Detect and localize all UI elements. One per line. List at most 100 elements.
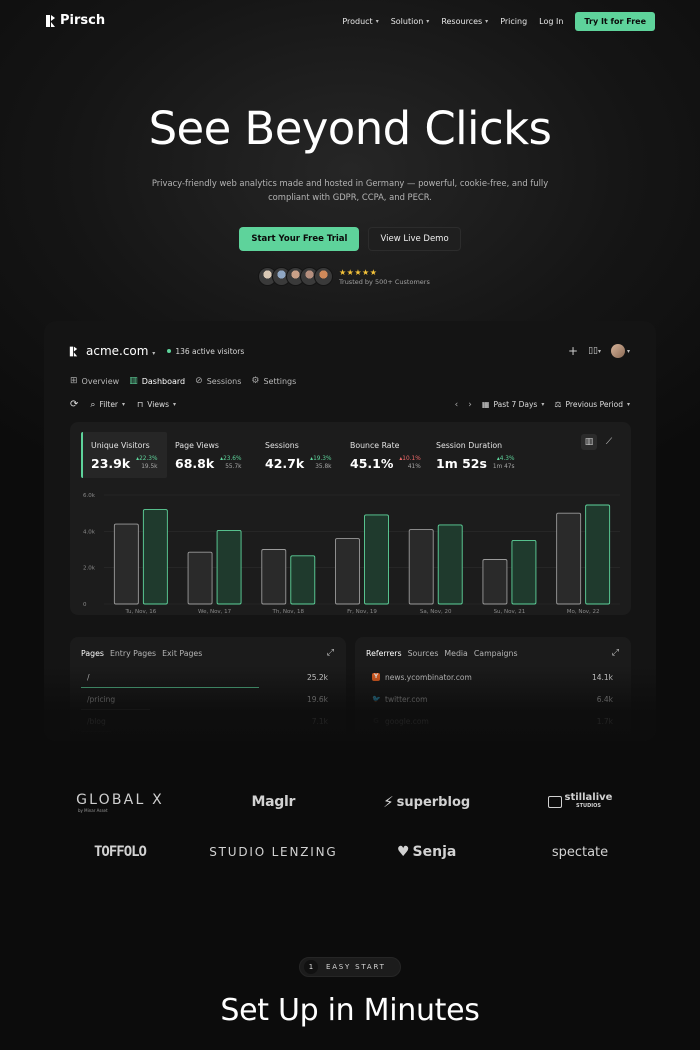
metric-tab[interactable]: Session Duration 1m 52s ▴4.3% 1m 47s [428,432,528,478]
section-title: Set Up in Minutes [220,993,480,1028]
panel-tab-entry-pages[interactable]: Entry Pages [110,649,156,658]
metric-tab[interactable]: Bounce Rate 45.1% ▴10.1% 41% [342,432,428,478]
bar-current[interactable] [142,509,168,605]
metric-tab[interactable]: Unique Visitors 23.9k ▴22.3% 19.5k [81,432,167,478]
try-it-for-free-button[interactable]: Try It for Free [575,12,655,31]
metric-value: 42.7k [265,456,305,471]
chevron-right-icon[interactable]: › [468,400,472,410]
start-free-trial-button[interactable]: Start Your Free Trial [239,227,360,251]
expand-icon[interactable]: ⤢ [612,648,619,658]
bar-previous[interactable] [408,529,434,605]
nav-link-solution[interactable]: Solution ▾ [391,17,430,26]
tab-settings[interactable]: ⚙ Settings [251,376,296,386]
nav-link-log-in[interactable]: Log In [539,17,563,26]
tab-sessions[interactable]: ⊘ Sessions [195,376,241,386]
views-button[interactable]: ⊓ Views ▾ [137,400,176,409]
calendar-icon: ▦ [481,400,490,409]
bar-current[interactable] [290,555,316,605]
hero-subtitle: Privacy-friendly web analytics made and … [151,178,549,202]
logo-global-x: GLOBAL X by Minar Asset [76,791,164,813]
bar-previous[interactable] [187,551,213,605]
x-tick-label: Sa, Nov, 20 [420,609,452,615]
referrers-panel-tabs: Referrers Sources Media Campaigns [366,649,518,658]
customer-avatars [258,267,333,286]
nav-link-pricing[interactable]: Pricing [500,17,527,26]
nav-link-resources[interactable]: Resources ▾ [441,17,488,26]
bar-current[interactable] [364,514,389,605]
nav-link-product[interactable]: Product ▾ [342,17,378,26]
panel-tab-media[interactable]: Media [444,649,467,658]
stillalive-mark-icon [547,796,562,808]
live-indicator-icon [167,349,172,353]
period-selector[interactable]: ▦ Past 7 Days ▾ [482,400,544,409]
chevron-left-icon[interactable]: ‹ [455,400,459,410]
nav-links: Product ▾ Solution ▾ Resources ▾ Pricing Log In… [342,12,655,31]
tab-dashboard[interactable]: ▥ Dashboard [129,376,185,386]
top-nav: Pirsch Product ▾ Solution ▾ Resources ▾ Pricin… [0,0,700,44]
bar-current[interactable] [585,504,611,605]
views-label: Views [147,400,169,409]
logo-stillalive: stillalive STUDIOS [520,793,640,811]
metric-tab[interactable]: Sessions 42.7k ▴19.3% 35.8k [257,432,342,478]
avatar [610,344,625,358]
pirsch-logo[interactable]: Pirsch [45,13,105,28]
chart-type-toggle: ▥ ⟋ [581,434,617,450]
filter-button[interactable]: ⌕ Filter ▾ [90,400,125,410]
metric-comparison: ▴19.3% 35.8k [310,455,331,471]
metric-change: ▴10.1% [399,456,421,462]
bar-current[interactable] [511,539,537,605]
dashboard-tabs: ⊞ Overview ▥ Dashboard ⊘ Sessions ⚙ Settings [70,376,296,386]
dashboard-preview: acme.com ▾ 136 active visitors + ▯▯▾ ▾ ⊞… [44,321,656,741]
avatar [314,267,333,286]
dashboard-toolbar: ⟳ ⌕ Filter ▾ ⊓ Views ▾ ‹ › ▦ Past 7 Days ▾ ⚖ Pr… [70,399,630,410]
chevron-down-icon: ▾ [426,18,430,25]
search-icon: ⌕ [90,399,96,410]
metric-values: 1m 52s ▴4.3% 1m 47s [436,455,520,471]
metric-comparison: ▴10.1% 41% [399,455,420,471]
bar-chart-icon[interactable]: ▥ [581,434,597,450]
chevron-down-icon: ▾ [485,18,489,25]
bar-previous[interactable] [556,512,582,605]
chevron-down-icon: ▾ [375,18,379,25]
bar-previous[interactable] [113,523,139,605]
panel-tab-campaigns[interactable]: Campaigns [474,649,518,658]
site-selector[interactable]: acme.com ▾ [86,344,155,358]
tab-label: Settings [263,376,297,386]
bar-current[interactable] [437,524,463,605]
compare-selector[interactable]: ⚖ Previous Period ▾ [554,400,630,409]
view-live-demo-button[interactable]: View Live Demo [368,227,461,251]
site-name: acme.com [86,344,149,358]
panel-tab-sources[interactable]: Sources [408,649,439,658]
y-tick-label: 0 [83,602,87,608]
stats-card: Unique Visitors 23.9k ▴22.3% 19.5k Page View… [70,422,631,615]
hero-cta-row: Start Your Free Trial View Live Demo [0,227,700,251]
view-switcher-icon[interactable]: ▯▯▾ [588,346,601,356]
panel-tab-pages[interactable]: Pages [81,649,104,658]
bar-previous[interactable] [335,538,360,605]
expand-icon[interactable]: ⤢ [327,648,334,658]
bar-current[interactable] [216,529,242,605]
metric-change: ▴19.3% [310,456,332,462]
line-chart-icon[interactable]: ⟋ [601,434,617,450]
metric-tab[interactable]: Page Views 68.8k ▴23.6% 55.7k [167,432,257,478]
metric-previous: 55.7k [225,464,242,470]
add-icon[interactable]: + [568,344,578,358]
bar-previous[interactable] [261,549,287,605]
chevron-down-icon: ▾ [626,401,630,408]
trust-badge: ★★★★★ Trusted by 500+ Customers [258,267,430,286]
panel-tab-referrers[interactable]: Referrers [366,649,402,658]
metric-change: ▴4.3% [496,456,515,462]
period-label: Past 7 Days [493,400,538,409]
y-tick-label: 4.0k [83,529,96,535]
user-menu[interactable]: ▾ [610,344,630,358]
panel-tab-exit-pages[interactable]: Exit Pages [162,649,202,658]
tab-overview[interactable]: ⊞ Overview [70,376,119,386]
bar-previous[interactable] [482,559,508,605]
filter-label: Filter [99,400,119,409]
customer-logos: GLOBAL X by Minar Asset Maglr ⚡ superblo… [60,787,640,867]
metric-value: 23.9k [91,456,131,471]
metric-previous: 19.5k [141,464,158,470]
trust-text: Trusted by 500+ Customers [339,277,430,286]
refresh-icon[interactable]: ⟳ [70,399,78,410]
metric-value: 45.1% [350,456,394,471]
